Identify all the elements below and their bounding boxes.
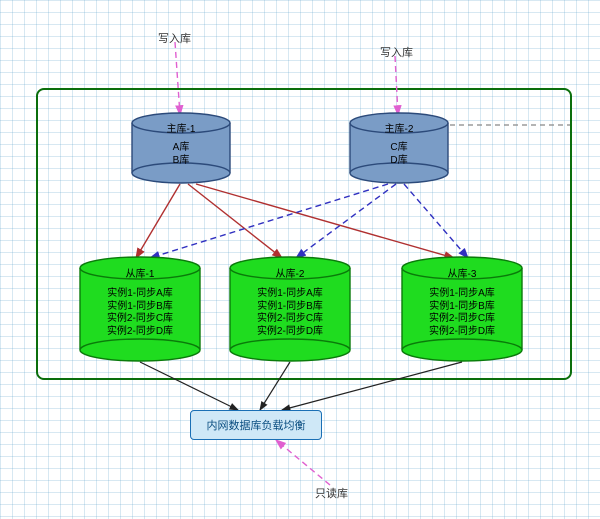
master-db-1-line: B库 <box>130 155 232 168</box>
master-db-1-line: A库 <box>130 142 232 155</box>
slave-db-2: 从库-2 实例1-同步A库 实例1-同步B库 实例2-同步C库 实例2-同步D库 <box>228 256 352 362</box>
master-db-2-line: C库 <box>348 142 450 155</box>
master-db-1: 主库-1 A库 B库 <box>130 112 232 184</box>
slave-db-1-line: 实例2-同步D库 <box>78 326 202 339</box>
master-db-2: 主库-2 C库 D库 <box>348 112 450 184</box>
slave-db-3-line: 实例1-同步B库 <box>400 301 524 314</box>
load-balancer-label: 内网数据库负载均衡 <box>207 417 306 433</box>
slave-db-2-body: 实例1-同步A库 实例1-同步B库 实例2-同步C库 实例2-同步D库 <box>228 288 352 338</box>
master-db-2-body: C库 D库 <box>348 142 450 167</box>
slave-db-3: 从库-3 实例1-同步A库 实例1-同步B库 实例2-同步C库 实例2-同步D库 <box>400 256 524 362</box>
master-db-1-title: 主库-1 <box>130 120 232 135</box>
slave-db-1-line: 实例1-同步A库 <box>78 288 202 301</box>
slave-db-2-title: 从库-2 <box>228 265 352 280</box>
slave-db-2-line: 实例2-同步D库 <box>228 326 352 339</box>
slave-db-3-line: 实例1-同步A库 <box>400 288 524 301</box>
label-write-2: 写入库 <box>380 44 413 60</box>
slave-db-3-body: 实例1-同步A库 实例1-同步B库 实例2-同步C库 实例2-同步D库 <box>400 288 524 338</box>
load-balancer-box: 内网数据库负载均衡 <box>190 410 322 440</box>
slave-db-2-line: 实例2-同步C库 <box>228 313 352 326</box>
slave-db-3-title: 从库-3 <box>400 265 524 280</box>
slave-db-1: 从库-1 实例1-同步A库 实例1-同步B库 实例2-同步C库 实例2-同步D库 <box>78 256 202 362</box>
slave-db-3-line: 实例2-同步D库 <box>400 326 524 339</box>
master-db-2-line: D库 <box>348 155 450 168</box>
slave-db-1-title: 从库-1 <box>78 265 202 280</box>
slave-db-3-line: 实例2-同步C库 <box>400 313 524 326</box>
slave-db-1-body: 实例1-同步A库 实例1-同步B库 实例2-同步C库 实例2-同步D库 <box>78 288 202 338</box>
label-read: 只读库 <box>315 485 348 501</box>
diagram-canvas: 写入库 写入库 只读库 <box>0 0 600 519</box>
slave-db-1-line: 实例1-同步B库 <box>78 301 202 314</box>
slave-db-1-line: 实例2-同步C库 <box>78 313 202 326</box>
slave-db-2-line: 实例1-同步A库 <box>228 288 352 301</box>
master-db-2-title: 主库-2 <box>348 120 450 135</box>
slave-db-2-line: 实例1-同步B库 <box>228 301 352 314</box>
label-write-1: 写入库 <box>158 30 191 46</box>
master-db-1-body: A库 B库 <box>130 142 232 167</box>
